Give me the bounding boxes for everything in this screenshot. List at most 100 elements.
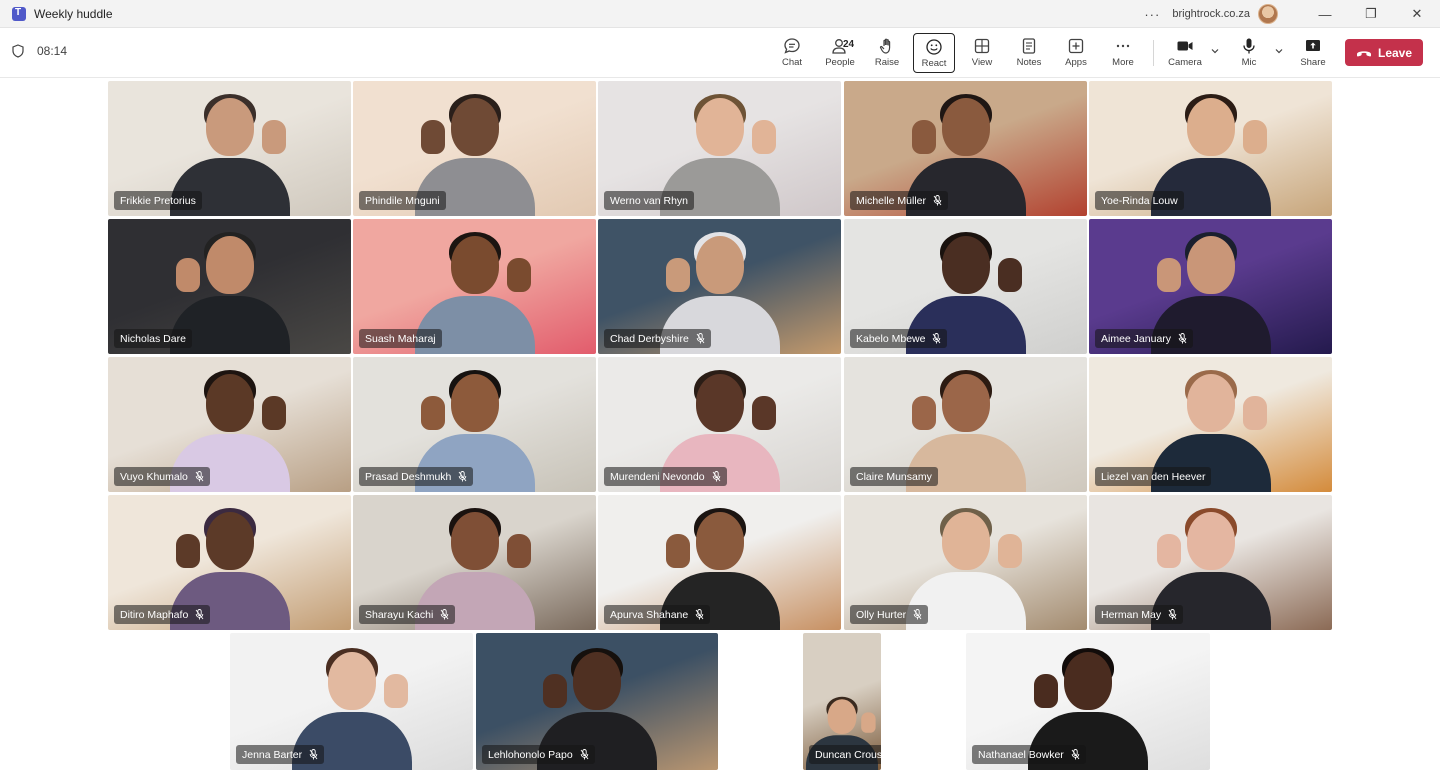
muted-mic-icon (440, 609, 449, 620)
participant-tile[interactable]: Suash Maharaj (353, 219, 596, 354)
participant-name: Nicholas Dare (120, 332, 186, 345)
participant-tile[interactable]: Yoe-Rinda Louw (1089, 81, 1332, 216)
participant-tile[interactable]: Michelle Müller (844, 81, 1087, 216)
participant-name: Werno van Rhyn (610, 194, 689, 207)
more-label: More (1112, 57, 1134, 68)
participant-tile[interactable]: Olly Hurter (844, 495, 1087, 630)
participant-tile[interactable]: Jenna Barter (230, 633, 473, 770)
waving-hand (1156, 534, 1181, 568)
participant-tile[interactable]: Nicholas Dare (108, 219, 351, 354)
mic-options-chevron-icon[interactable] (1274, 46, 1284, 56)
muted-mic-icon (933, 195, 942, 206)
participant-name-tag: Herman May (1095, 605, 1184, 624)
participant-face (695, 98, 744, 156)
participant-face (1064, 652, 1112, 710)
raise-label: Raise (874, 57, 900, 68)
restore-button[interactable]: ❐ (1348, 0, 1394, 28)
participant-tile[interactable]: Nathanael Bowker (966, 633, 1210, 770)
people-count: 24 (843, 39, 855, 50)
people-button[interactable]: 24 People (818, 33, 862, 73)
camera-button[interactable]: Camera (1163, 33, 1207, 73)
participant-tile[interactable]: Sharayu Kachi (353, 495, 596, 630)
participant-tile[interactable]: Lehlohonolo Papo (476, 633, 718, 770)
minimize-button[interactable]: — (1302, 0, 1348, 28)
raise-hand-button[interactable]: Raise (865, 33, 909, 73)
participant-tile[interactable]: Apurva Shahane (598, 495, 841, 630)
participant-tile[interactable]: Chad Derbyshire (598, 219, 841, 354)
video-camera-icon (1177, 41, 1193, 51)
waving-hand (506, 258, 531, 292)
participant-tile[interactable]: Prasad Deshmukh (353, 357, 596, 492)
participant-face (450, 512, 499, 570)
leave-button[interactable]: Leave (1345, 39, 1423, 66)
muted-mic-icon (696, 333, 705, 344)
participant-tile[interactable]: Duncan Crous (803, 633, 881, 770)
title-bar-controls: ··· brightrock.co.za — ❐ ✕ (1144, 0, 1440, 28)
view-button[interactable]: View (960, 33, 1004, 73)
teams-logo-icon (12, 6, 26, 21)
participant-name-tag: Ditiro Maphafo (114, 605, 211, 624)
react-label: React (921, 58, 947, 69)
share-screen-icon (1306, 40, 1320, 51)
participant-name-tag: Aimee January (1095, 329, 1194, 348)
tenant-name[interactable]: brightrock.co.za (1172, 8, 1250, 20)
notes-button[interactable]: Notes (1007, 33, 1051, 73)
muted-mic-icon (695, 609, 704, 620)
apps-button[interactable]: Apps (1054, 33, 1098, 73)
share-label: Share (1300, 57, 1326, 68)
participant-tile[interactable]: Liezel van den Heever (1089, 357, 1332, 492)
participant-tile[interactable]: Claire Munsamy (844, 357, 1087, 492)
participant-name: Murendeni Nevondo (610, 470, 705, 483)
leave-label: Leave (1377, 45, 1413, 60)
more-button[interactable]: More (1101, 33, 1145, 73)
participant-name-tag: Prasad Deshmukh (359, 467, 474, 486)
participant-tile[interactable]: Frikkie Pretorius (108, 81, 351, 216)
profile-avatar[interactable] (1258, 4, 1278, 24)
participant-name-tag: Frikkie Pretorius (114, 191, 202, 210)
waving-hand (261, 396, 286, 430)
plus-square-icon (1068, 38, 1084, 54)
waving-hand (383, 674, 408, 708)
waving-hand (1156, 258, 1181, 292)
title-bar: Weekly huddle ··· brightrock.co.za — ❐ ✕ (0, 0, 1440, 28)
waving-hand (175, 258, 200, 292)
participant-name-tag: Jenna Barter (236, 745, 325, 764)
react-button[interactable]: React (913, 33, 955, 73)
chat-button[interactable]: Chat (770, 33, 814, 73)
participant-face (941, 374, 990, 432)
participant-name-tag: Yoe-Rinda Louw (1095, 191, 1184, 210)
participant-face (327, 652, 376, 710)
participant-name-tag: Suash Maharaj (359, 329, 442, 348)
participant-name: Liezel van den Heever (1101, 470, 1206, 483)
toolbar-divider (1153, 40, 1154, 66)
more-options-icon[interactable]: ··· (1144, 7, 1160, 22)
participant-tile[interactable]: Aimee January (1089, 219, 1332, 354)
participant-name-tag: Vuyo Khumalo (114, 467, 210, 486)
participant-face (1186, 374, 1235, 432)
waving-hand (665, 258, 690, 292)
participant-tile[interactable]: Herman May (1089, 495, 1332, 630)
participant-tile[interactable]: Werno van Rhyn (598, 81, 841, 216)
participant-name: Lehlohonolo Papo (488, 748, 573, 761)
participant-name: Chad Derbyshire (610, 332, 689, 345)
waving-hand (997, 258, 1022, 292)
muted-mic-icon (195, 609, 204, 620)
meeting-timer: 08:14 (12, 44, 67, 58)
camera-options-chevron-icon[interactable] (1210, 46, 1220, 56)
smiley-icon (926, 39, 942, 55)
participant-name: Sharayu Kachi (365, 608, 434, 621)
participant-tile[interactable]: Kabelo Mbewe (844, 219, 1087, 354)
grid-view-icon (974, 38, 990, 54)
participant-name-tag: Murendeni Nevondo (604, 467, 727, 486)
notes-icon (1022, 38, 1036, 54)
participant-name-tag: Kabelo Mbewe (850, 329, 948, 348)
share-button[interactable]: Share (1291, 33, 1335, 73)
participant-tile[interactable]: Murendeni Nevondo (598, 357, 841, 492)
participant-tile[interactable]: Ditiro Maphafo (108, 495, 351, 630)
participant-tile[interactable]: Vuyo Khumalo (108, 357, 351, 492)
participant-tile[interactable]: Phindile Mnguni (353, 81, 596, 216)
mic-button[interactable]: Mic (1227, 33, 1271, 73)
participant-face (941, 236, 990, 294)
waving-hand (911, 120, 936, 154)
close-button[interactable]: ✕ (1394, 0, 1440, 28)
